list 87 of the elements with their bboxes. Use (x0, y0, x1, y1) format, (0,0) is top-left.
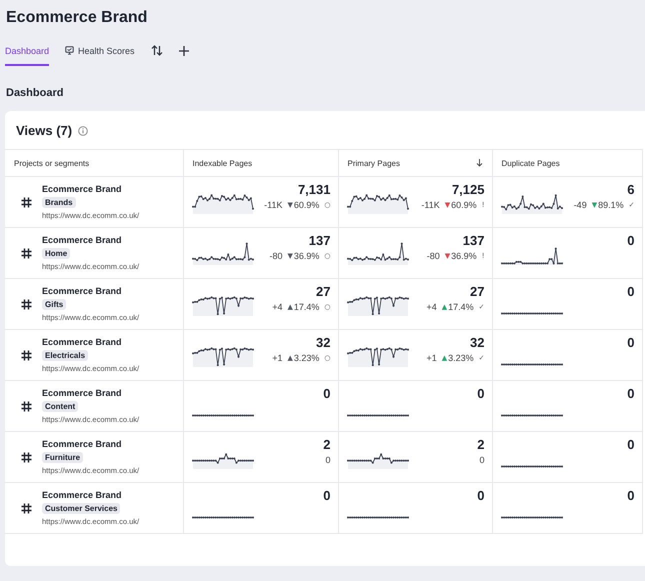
metric-value: 6 (627, 182, 634, 197)
metric-value: 0 (477, 488, 484, 503)
page-title: Ecommerce Brand (5, 8, 148, 27)
card-title: Views (7) (16, 123, 72, 138)
project-name: Ecommerce Brand (42, 235, 123, 245)
percent-change: 60.9% (451, 200, 477, 210)
section-title: Dashboard (5, 86, 64, 101)
metric-value: 0 (627, 284, 634, 299)
segment-tag: Content (42, 401, 78, 412)
hash-icon (21, 400, 32, 412)
metric-change: +1 (272, 353, 282, 363)
sparkline (500, 312, 562, 315)
metric-value: 0 (627, 437, 634, 452)
sparkline (346, 516, 408, 519)
tab[interactable]: Dashboard (5, 44, 50, 66)
metric-change: -80 (426, 251, 440, 261)
metric-value: 0 (323, 386, 330, 401)
hash-icon (21, 298, 32, 310)
hash-icon (21, 452, 32, 462)
percent-change: 3.23% (448, 353, 474, 363)
column-header[interactable]: Indexable Pages (183, 150, 338, 176)
metric-value: 137 (462, 233, 484, 248)
metric-change: 0 (479, 455, 484, 465)
sparkline (500, 363, 562, 366)
metric-change: -11K (264, 200, 282, 210)
metric-change: -11K (421, 200, 440, 210)
project-name: Ecommerce Brand (42, 286, 123, 296)
metric-value: 2 (477, 437, 484, 452)
metric-change: +4 (426, 302, 437, 312)
metric-value: 0 (477, 386, 484, 401)
sparkline (192, 241, 254, 265)
metric-value: 7,125 (452, 182, 484, 197)
metric-change: +1 (426, 353, 437, 363)
tab[interactable]: Health Scores (65, 44, 135, 66)
project-name: Ecommerce Brand (42, 490, 123, 500)
segment-tag: Customer Services (42, 503, 120, 514)
sparkline (500, 414, 562, 417)
project-name: Ecommerce Brand (42, 439, 123, 449)
metric-change: +4 (272, 302, 282, 312)
project-name: Ecommerce Brand (42, 184, 123, 194)
hash-icon (21, 350, 32, 360)
metric-change: 0 (325, 455, 330, 465)
sparkline (500, 465, 562, 468)
sparkline (192, 414, 254, 417)
sparkline (500, 516, 562, 519)
percent-change: 36.9% (294, 251, 320, 261)
segment-tag: Brands (42, 197, 76, 208)
percent-change: 17.4% (448, 302, 474, 312)
hash-icon (21, 196, 32, 208)
sparkline (192, 516, 254, 519)
metric-value: 2 (323, 437, 330, 452)
metric-value: 7,131 (298, 182, 330, 197)
metric-value: 32 (470, 335, 484, 350)
metric-change: -49 (574, 200, 587, 210)
metric-value: 0 (627, 335, 634, 350)
down-arrow-icon (476, 159, 482, 167)
column-header[interactable]: Projects or segments (5, 150, 183, 176)
percent-change: 60.9% (294, 200, 320, 210)
metric-value: 137 (308, 233, 330, 248)
sparkline (346, 241, 408, 265)
segment-tag: Electricals (42, 350, 88, 361)
plus-icon (178, 46, 189, 56)
hash-icon (21, 248, 32, 258)
metric-value: 32 (316, 335, 330, 350)
project-name: Ecommerce Brand (42, 337, 123, 347)
sparkline (346, 414, 408, 417)
column-header[interactable]: Primary Pages (338, 150, 492, 176)
metric-value: 27 (470, 284, 484, 299)
metric-value: 27 (316, 284, 330, 299)
metric-value: 0 (627, 386, 634, 401)
info-icon[interactable] (78, 126, 88, 136)
metric-value: 0 (627, 233, 634, 248)
percent-change: 89.1% (598, 200, 624, 210)
project-name: Ecommerce Brand (42, 388, 123, 398)
percent-change: 3.23% (294, 353, 320, 363)
percent-change: 17.4% (294, 302, 320, 312)
column-header[interactable]: Duplicate Pages (492, 150, 642, 176)
percent-change: 36.9% (451, 251, 477, 261)
sort-icon (150, 45, 163, 56)
segment-tag: Gifts (42, 299, 66, 310)
segment-tag: Furniture (42, 452, 84, 463)
metric-value: 0 (323, 488, 330, 503)
metric-change: -80 (269, 251, 282, 261)
monitor-icon (65, 46, 74, 55)
segment-tag: Home (42, 248, 70, 259)
metric-value: 0 (627, 488, 634, 503)
hash-icon (21, 502, 32, 514)
